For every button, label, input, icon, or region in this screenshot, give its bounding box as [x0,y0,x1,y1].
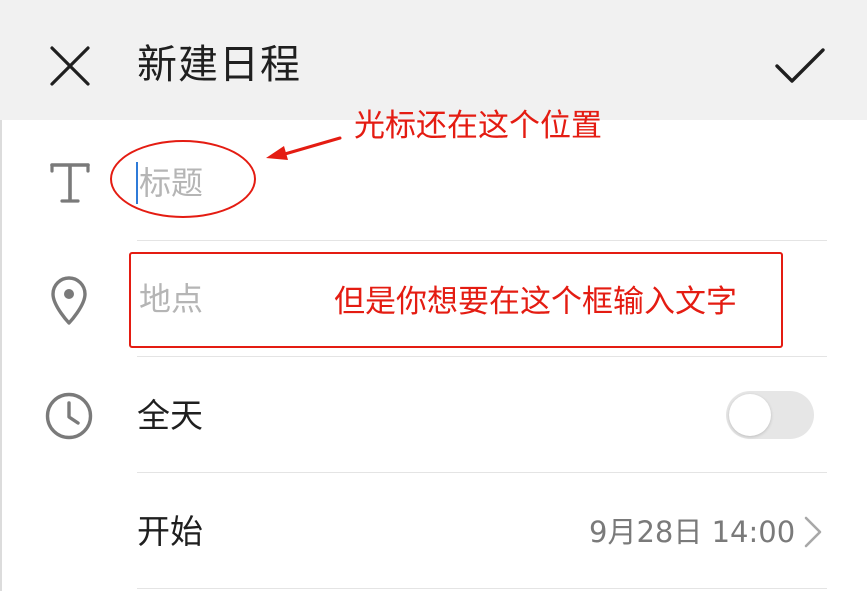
text-t-icon [50,163,90,203]
confirm-button[interactable] [770,38,830,94]
start-divider [137,588,827,589]
toggle-knob [729,394,771,436]
time-row-icon [41,388,97,444]
cursor-highlight-ellipse [110,140,256,218]
cursor-annotation-text: 光标还在这个位置 [354,108,602,144]
clock-icon [45,392,93,440]
check-icon [775,48,825,83]
all-day-divider [137,472,827,473]
close-icon [50,46,90,86]
all-day-label: 全天 [137,396,203,435]
location-divider [137,356,827,357]
location-row-icon [41,272,97,328]
start-time-value[interactable]: 9月28日 14:00 [589,511,795,553]
location-pin-icon [51,276,87,325]
title-divider [137,240,827,241]
chevron-right-icon[interactable] [800,514,826,550]
close-button[interactable] [44,40,96,92]
app-header [0,0,867,120]
start-label: 开始 [137,512,203,551]
box-annotation-text: 但是你想要在这个框输入文字 [334,284,737,320]
new-event-screen: 新建日程 全天 开始 [0,0,867,591]
title-row-icon [42,154,98,210]
annotation-arrow [266,136,342,160]
page-title: 新建日程 [137,42,301,88]
all-day-toggle[interactable] [726,391,814,439]
left-edge-line [0,120,2,591]
